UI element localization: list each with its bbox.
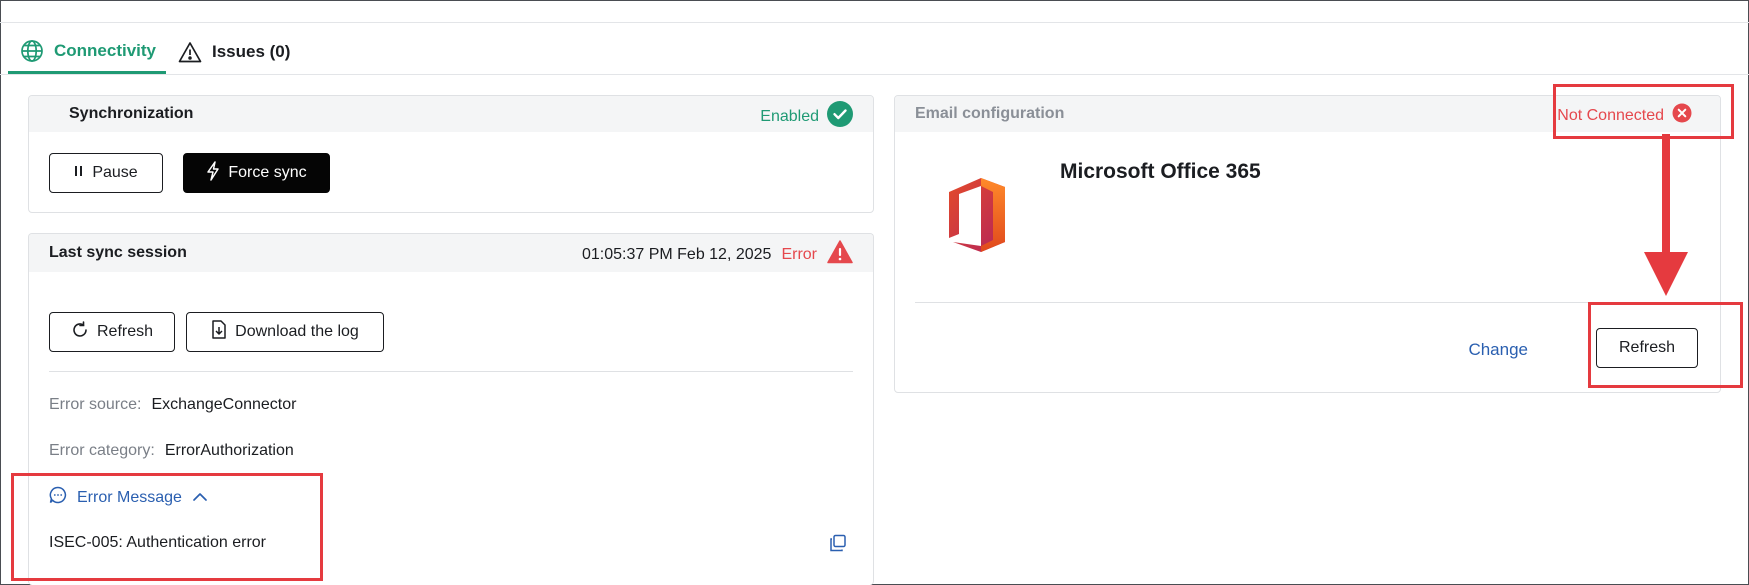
session-refresh-label: Refresh [96,323,154,340]
force-sync-label: Force sync [228,164,307,181]
top-divider [0,22,1749,23]
annotation-box-not-connected [1553,84,1734,139]
force-sync-button[interactable]: Force sync [183,153,330,193]
change-link[interactable]: Change [1468,340,1528,360]
sync-status: Enabled [760,101,853,132]
tab-issues-label: Issues (0) [212,42,291,61]
email-divider [915,302,1700,303]
pause-button[interactable]: Pause [49,153,163,193]
download-log-button[interactable]: Download the log [186,312,384,352]
pause-icon [74,164,84,182]
lightning-icon [206,160,220,186]
email-configuration-title: Email configuration [915,105,1065,122]
error-source-label: Error source: [49,396,142,413]
copy-icon[interactable] [829,534,847,557]
refresh-icon [71,320,89,344]
session-meta: 01:05:37 PM Feb 12, 2025 Error [582,240,853,269]
synchronization-title: Synchronization [69,105,194,122]
error-triangle-icon [827,240,853,269]
last-sync-session-header: Last sync session 01:05:37 PM Feb 12, 20… [29,234,873,272]
globe-icon [20,39,44,63]
session-divider [49,371,853,372]
annotation-box-refresh [1588,302,1743,388]
last-sync-session-title: Last sync session [49,244,187,261]
annotation-arrow-icon [1644,134,1688,296]
download-log-label: Download the log [235,323,359,340]
annotation-box-error-message [11,473,323,581]
tab-bar-divider [0,74,1749,75]
error-source-value: ExchangeConnector [151,396,297,413]
tab-connectivity-label: Connectivity [54,40,157,60]
tab-issues[interactable]: Issues (0) [166,30,302,74]
tab-connectivity[interactable]: Connectivity [8,30,166,74]
error-source-row: Error source: ExchangeConnector [49,396,296,414]
office-365-logo-icon [945,176,1009,259]
session-status: Error [781,245,817,263]
error-category-label: Error category: [49,442,155,459]
synchronization-header: Synchronization Enabled [29,96,873,132]
tab-bar: Connectivity Issues (0) [8,30,302,74]
synchronization-panel: Synchronization Enabled Pause Force sync [28,95,874,213]
warning-icon [178,41,202,63]
download-file-icon [211,320,227,344]
session-refresh-button[interactable]: Refresh [49,312,175,352]
error-category-row: Error category: ErrorAuthorization [49,442,294,460]
error-category-value: ErrorAuthorization [164,442,294,459]
pause-label: Pause [92,164,138,181]
session-timestamp: 01:05:37 PM Feb 12, 2025 [581,245,772,263]
sync-status-label: Enabled [760,107,819,125]
check-circle-icon [827,101,853,132]
provider-name: Microsoft Office 365 [1060,160,1261,183]
